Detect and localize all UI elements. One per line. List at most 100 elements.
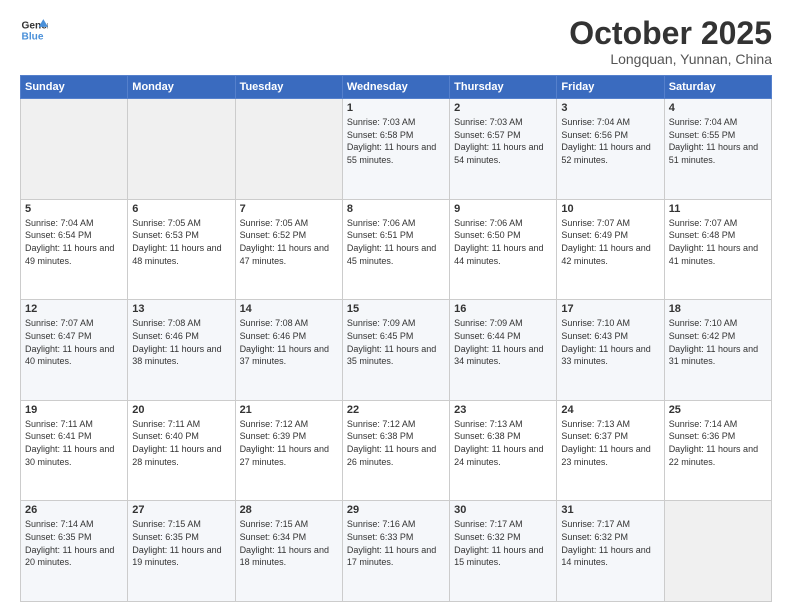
calendar-cell: 22 Sunrise: 7:12 AMSunset: 6:38 PMDayligh…: [342, 400, 449, 501]
calendar-cell: 1 Sunrise: 7:03 AMSunset: 6:58 PMDaylight…: [342, 99, 449, 200]
day-number: 25: [669, 404, 767, 416]
day-number: 15: [347, 303, 445, 315]
day-info: Sunrise: 7:17 AMSunset: 6:32 PMDaylight:…: [454, 518, 552, 568]
day-info: Sunrise: 7:14 AMSunset: 6:36 PMDaylight:…: [669, 418, 767, 468]
day-number: 21: [240, 404, 338, 416]
day-number: 29: [347, 504, 445, 516]
day-info: Sunrise: 7:12 AMSunset: 6:38 PMDaylight:…: [347, 418, 445, 468]
day-number: 10: [561, 203, 659, 215]
calendar-cell: 6 Sunrise: 7:05 AMSunset: 6:53 PMDaylight…: [128, 199, 235, 300]
day-number: 5: [25, 203, 123, 215]
calendar-cell: 12Sunrise: 7:07 AMSunset: 6:47 PMDayligh…: [21, 300, 128, 401]
day-info: Sunrise: 7:11 AMSunset: 6:41 PMDaylight:…: [25, 418, 123, 468]
day-number: 22: [347, 404, 445, 416]
day-number: 20: [132, 404, 230, 416]
calendar-cell: 2Sunrise: 7:03 AMSunset: 6:57 PMDaylight…: [450, 99, 557, 200]
calendar-cell: 14 Sunrise: 7:08 AMSunset: 6:46 PMDayligh…: [235, 300, 342, 401]
calendar-cell: 10 Sunrise: 7:07 AMSunset: 6:49 PMDayligh…: [557, 199, 664, 300]
calendar-week-4: 19 Sunrise: 7:11 AMSunset: 6:41 PMDayligh…: [21, 400, 772, 501]
day-number: 18: [669, 303, 767, 315]
svg-text:Blue: Blue: [22, 31, 44, 42]
calendar-cell: 9Sunrise: 7:06 AMSunset: 6:50 PMDaylight…: [450, 199, 557, 300]
day-info: Sunrise: 7:09 AMSunset: 6:45 PMDaylight:…: [347, 317, 445, 367]
day-number: 28: [240, 504, 338, 516]
day-info: Sunrise: 7:13 AMSunset: 6:37 PMDaylight:…: [561, 418, 659, 468]
header: General Blue October 2025 Longquan, Yunn…: [20, 16, 772, 67]
day-info: Sunrise: 7:06 AMSunset: 6:51 PMDaylight:…: [347, 217, 445, 267]
day-number: 1: [347, 102, 445, 114]
day-number: 26: [25, 504, 123, 516]
calendar-cell: 26 Sunrise: 7:14 AMSunset: 6:35 PMDayligh…: [21, 501, 128, 602]
day-info: Sunrise: 7:13 AMSunset: 6:38 PMDaylight:…: [454, 418, 552, 468]
calendar-cell: [235, 99, 342, 200]
col-tuesday: Tuesday: [235, 76, 342, 99]
calendar-cell: 13 Sunrise: 7:08 AMSunset: 6:46 PMDayligh…: [128, 300, 235, 401]
day-info: Sunrise: 7:08 AMSunset: 6:46 PMDaylight:…: [240, 317, 338, 367]
col-monday: Monday: [128, 76, 235, 99]
col-saturday: Saturday: [664, 76, 771, 99]
day-number: 14: [240, 303, 338, 315]
day-info: Sunrise: 7:09 AMSunset: 6:44 PMDaylight:…: [454, 317, 552, 367]
day-info: Sunrise: 7:11 AMSunset: 6:40 PMDaylight:…: [132, 418, 230, 468]
calendar-cell: 28 Sunrise: 7:15 AMSunset: 6:34 PMDayligh…: [235, 501, 342, 602]
day-info: Sunrise: 7:07 AMSunset: 6:49 PMDaylight:…: [561, 217, 659, 267]
calendar-cell: 16 Sunrise: 7:09 AMSunset: 6:44 PMDayligh…: [450, 300, 557, 401]
month-title: October 2025: [569, 16, 772, 51]
day-number: 12: [25, 303, 123, 315]
day-number: 30: [454, 504, 552, 516]
day-info: Sunrise: 7:08 AMSunset: 6:46 PMDaylight:…: [132, 317, 230, 367]
day-info: Sunrise: 7:04 AMSunset: 6:56 PMDaylight:…: [561, 116, 659, 166]
logo: General Blue: [20, 16, 48, 44]
calendar-table: Sunday Monday Tuesday Wednesday Thursday…: [20, 75, 772, 602]
day-number: 19: [25, 404, 123, 416]
calendar-cell: [21, 99, 128, 200]
day-info: Sunrise: 7:04 AMSunset: 6:54 PMDaylight:…: [25, 217, 123, 267]
calendar-cell: 4Sunrise: 7:04 AMSunset: 6:55 PMDaylight…: [664, 99, 771, 200]
day-info: Sunrise: 7:07 AMSunset: 6:48 PMDaylight:…: [669, 217, 767, 267]
calendar-cell: 25 Sunrise: 7:14 AMSunset: 6:36 PMDayligh…: [664, 400, 771, 501]
calendar-cell: 27Sunrise: 7:15 AMSunset: 6:35 PMDayligh…: [128, 501, 235, 602]
calendar-cell: 29Sunrise: 7:16 AMSunset: 6:33 PMDayligh…: [342, 501, 449, 602]
calendar-cell: 19 Sunrise: 7:11 AMSunset: 6:41 PMDayligh…: [21, 400, 128, 501]
calendar-week-5: 26 Sunrise: 7:14 AMSunset: 6:35 PMDayligh…: [21, 501, 772, 602]
calendar-header-row: Sunday Monday Tuesday Wednesday Thursday…: [21, 76, 772, 99]
calendar-cell: 3Sunrise: 7:04 AMSunset: 6:56 PMDaylight…: [557, 99, 664, 200]
day-number: 6: [132, 203, 230, 215]
col-wednesday: Wednesday: [342, 76, 449, 99]
day-number: 13: [132, 303, 230, 315]
page: General Blue October 2025 Longquan, Yunn…: [0, 0, 792, 612]
col-friday: Friday: [557, 76, 664, 99]
day-number: 27: [132, 504, 230, 516]
calendar-cell: 24Sunrise: 7:13 AMSunset: 6:37 PMDayligh…: [557, 400, 664, 501]
calendar-cell: [664, 501, 771, 602]
day-number: 8: [347, 203, 445, 215]
calendar-cell: 20 Sunrise: 7:11 AMSunset: 6:40 PMDayligh…: [128, 400, 235, 501]
day-number: 17: [561, 303, 659, 315]
calendar-cell: 23 Sunrise: 7:13 AMSunset: 6:38 PMDayligh…: [450, 400, 557, 501]
day-number: 7: [240, 203, 338, 215]
day-info: Sunrise: 7:06 AMSunset: 6:50 PMDaylight:…: [454, 217, 552, 267]
day-info: Sunrise: 7:10 AMSunset: 6:42 PMDaylight:…: [669, 317, 767, 367]
logo-icon: General Blue: [20, 16, 48, 44]
title-block: October 2025 Longquan, Yunnan, China: [569, 16, 772, 67]
day-info: Sunrise: 7:03 AMSunset: 6:58 PMDaylight:…: [347, 116, 445, 166]
calendar-cell: 11Sunrise: 7:07 AMSunset: 6:48 PMDayligh…: [664, 199, 771, 300]
calendar-cell: 5 Sunrise: 7:04 AMSunset: 6:54 PMDaylight…: [21, 199, 128, 300]
day-info: Sunrise: 7:12 AMSunset: 6:39 PMDaylight:…: [240, 418, 338, 468]
day-number: 23: [454, 404, 552, 416]
day-info: Sunrise: 7:04 AMSunset: 6:55 PMDaylight:…: [669, 116, 767, 166]
day-info: Sunrise: 7:14 AMSunset: 6:35 PMDaylight:…: [25, 518, 123, 568]
day-info: Sunrise: 7:05 AMSunset: 6:52 PMDaylight:…: [240, 217, 338, 267]
calendar-cell: 8 Sunrise: 7:06 AMSunset: 6:51 PMDaylight…: [342, 199, 449, 300]
day-info: Sunrise: 7:10 AMSunset: 6:43 PMDaylight:…: [561, 317, 659, 367]
day-info: Sunrise: 7:17 AMSunset: 6:32 PMDaylight:…: [561, 518, 659, 568]
day-info: Sunrise: 7:05 AMSunset: 6:53 PMDaylight:…: [132, 217, 230, 267]
calendar-cell: 18 Sunrise: 7:10 AMSunset: 6:42 PMDayligh…: [664, 300, 771, 401]
calendar-cell: 17 Sunrise: 7:10 AMSunset: 6:43 PMDayligh…: [557, 300, 664, 401]
col-sunday: Sunday: [21, 76, 128, 99]
day-number: 16: [454, 303, 552, 315]
calendar-cell: 15 Sunrise: 7:09 AMSunset: 6:45 PMDayligh…: [342, 300, 449, 401]
calendar-cell: [128, 99, 235, 200]
day-info: Sunrise: 7:15 AMSunset: 6:34 PMDaylight:…: [240, 518, 338, 568]
calendar-cell: 31Sunrise: 7:17 AMSunset: 6:32 PMDayligh…: [557, 501, 664, 602]
